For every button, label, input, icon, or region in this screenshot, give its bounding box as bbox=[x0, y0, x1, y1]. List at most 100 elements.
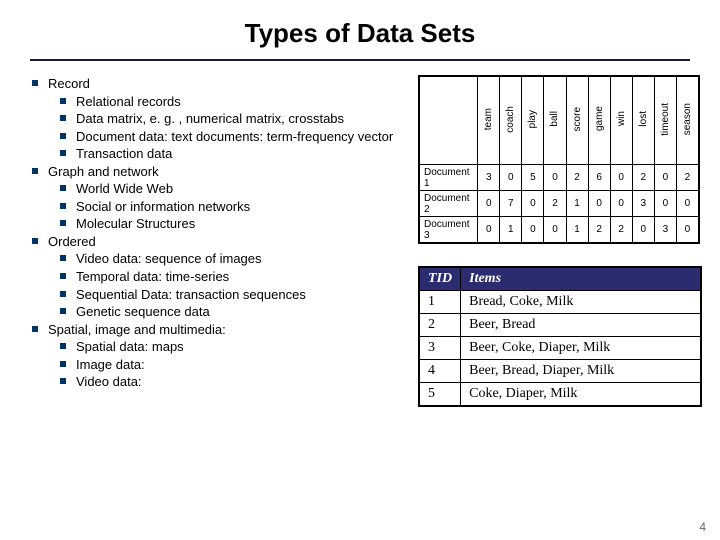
cell: 7 bbox=[500, 191, 522, 217]
outline-item: World Wide Web bbox=[56, 180, 400, 198]
col-label: lost bbox=[638, 111, 649, 127]
cell: 3 bbox=[654, 217, 676, 243]
title-underline bbox=[30, 59, 690, 61]
outline-label: Graph and network bbox=[48, 164, 159, 179]
row-label: Document 3 bbox=[420, 217, 478, 243]
cell: 3 bbox=[632, 191, 654, 217]
cell: 2 bbox=[632, 165, 654, 191]
outline-item: Sequential Data: transaction sequences bbox=[56, 286, 400, 304]
table-row: Document 3 0100122030 bbox=[420, 217, 699, 243]
outline-item: Social or information networks bbox=[56, 198, 400, 216]
table-row: 3Beer, Coke, Diaper, Milk bbox=[420, 337, 701, 360]
col-header: game bbox=[588, 77, 610, 165]
col-header-items: Items bbox=[461, 268, 701, 291]
col-header: season bbox=[676, 77, 698, 165]
outline-text: Video data: bbox=[76, 374, 142, 389]
cell: 6 bbox=[588, 165, 610, 191]
cell: 0 bbox=[522, 191, 544, 217]
outline-text: Molecular Structures bbox=[76, 216, 195, 231]
outline-text: Image data: bbox=[76, 357, 145, 372]
col-label: timeout bbox=[660, 103, 671, 136]
table-row: 2Beer, Bread bbox=[420, 314, 701, 337]
col-header: score bbox=[566, 77, 588, 165]
table-row: 1Bread, Coke, Milk bbox=[420, 291, 701, 314]
cell: 0 bbox=[676, 191, 698, 217]
col-header: play bbox=[522, 77, 544, 165]
cell: 0 bbox=[588, 191, 610, 217]
table-row: Document 2 0702100300 bbox=[420, 191, 699, 217]
col-header: ball bbox=[544, 77, 566, 165]
outline-text: Document data: text documents: term-freq… bbox=[76, 129, 393, 144]
outline-item: Transaction data bbox=[56, 145, 400, 163]
slide-content: Record Relational records Data matrix, e… bbox=[0, 75, 720, 391]
cell: 0 bbox=[500, 165, 522, 191]
col-header: coach bbox=[500, 77, 522, 165]
cell: 2 bbox=[544, 191, 566, 217]
cell: 2 bbox=[610, 217, 632, 243]
cell: 5 bbox=[522, 165, 544, 191]
cell-items: Beer, Bread, Diaper, Milk bbox=[461, 360, 701, 383]
row-label: Document 1 bbox=[420, 165, 478, 191]
cell: 0 bbox=[522, 217, 544, 243]
outline-ordered: Ordered Video data: sequence of images T… bbox=[28, 233, 400, 321]
cell-items: Coke, Diaper, Milk bbox=[461, 383, 701, 406]
col-label: win bbox=[616, 111, 627, 126]
col-label: score bbox=[572, 107, 583, 131]
cell: 0 bbox=[478, 191, 500, 217]
cell: 3 bbox=[478, 165, 500, 191]
outline-item: Video data: bbox=[56, 373, 400, 391]
cell: 0 bbox=[654, 165, 676, 191]
outline-text: Transaction data bbox=[76, 146, 172, 161]
outline-item: Video data: sequence of images bbox=[56, 250, 400, 268]
cell-tid: 3 bbox=[420, 337, 461, 360]
cell: 0 bbox=[478, 217, 500, 243]
outline-label: Ordered bbox=[48, 234, 96, 249]
outline-item: Genetic sequence data bbox=[56, 303, 400, 321]
cell: 0 bbox=[544, 165, 566, 191]
cell: 1 bbox=[500, 217, 522, 243]
col-label: season bbox=[682, 103, 693, 135]
col-label: play bbox=[527, 110, 538, 128]
outline-text: Genetic sequence data bbox=[76, 304, 210, 319]
col-header: win bbox=[610, 77, 632, 165]
cell: 1 bbox=[566, 217, 588, 243]
outline-text: Data matrix, e. g. , numerical matrix, c… bbox=[76, 111, 344, 126]
outline-text: Social or information networks bbox=[76, 199, 250, 214]
outline-panel: Record Relational records Data matrix, e… bbox=[0, 75, 400, 391]
outline-item: Data matrix, e. g. , numerical matrix, c… bbox=[56, 110, 400, 128]
outline-text: World Wide Web bbox=[76, 181, 173, 196]
cell-items: Beer, Bread bbox=[461, 314, 701, 337]
outline-text: Sequential Data: transaction sequences bbox=[76, 287, 306, 302]
cell-tid: 4 bbox=[420, 360, 461, 383]
outline-text: Relational records bbox=[76, 94, 181, 109]
outline-label: Spatial, image and multimedia: bbox=[48, 322, 226, 337]
cell: 0 bbox=[676, 217, 698, 243]
transaction-table: TID Items 1Bread, Coke, Milk 2Beer, Brea… bbox=[418, 266, 702, 407]
col-header: lost bbox=[632, 77, 654, 165]
outline-item: Spatial data: maps bbox=[56, 338, 400, 356]
table-corner bbox=[420, 77, 478, 165]
outline-item: Molecular Structures bbox=[56, 215, 400, 233]
col-label: game bbox=[594, 106, 605, 131]
page-number: 4 bbox=[699, 520, 706, 534]
term-frequency-table: team coach play ball score game win lost… bbox=[418, 75, 700, 244]
cell: 2 bbox=[676, 165, 698, 191]
outline-spatial: Spatial, image and multimedia: Spatial d… bbox=[28, 321, 400, 391]
col-header-tid: TID bbox=[420, 268, 461, 291]
cell: 0 bbox=[610, 191, 632, 217]
outline-item: Temporal data: time-series bbox=[56, 268, 400, 286]
slide-title: Types of Data Sets bbox=[0, 0, 720, 59]
cell: 0 bbox=[610, 165, 632, 191]
outline-item: Image data: bbox=[56, 356, 400, 374]
outline-item: Document data: text documents: term-freq… bbox=[56, 128, 400, 146]
cell-items: Bread, Coke, Milk bbox=[461, 291, 701, 314]
outline-label: Record bbox=[48, 76, 90, 91]
cell: 0 bbox=[632, 217, 654, 243]
cell-tid: 1 bbox=[420, 291, 461, 314]
col-header: team bbox=[478, 77, 500, 165]
figures-panel: team coach play ball score game win lost… bbox=[418, 75, 702, 407]
cell: 2 bbox=[566, 165, 588, 191]
table-row: Document 1 3050260202 bbox=[420, 165, 699, 191]
cell-tid: 5 bbox=[420, 383, 461, 406]
outline-text: Video data: sequence of images bbox=[76, 251, 262, 266]
